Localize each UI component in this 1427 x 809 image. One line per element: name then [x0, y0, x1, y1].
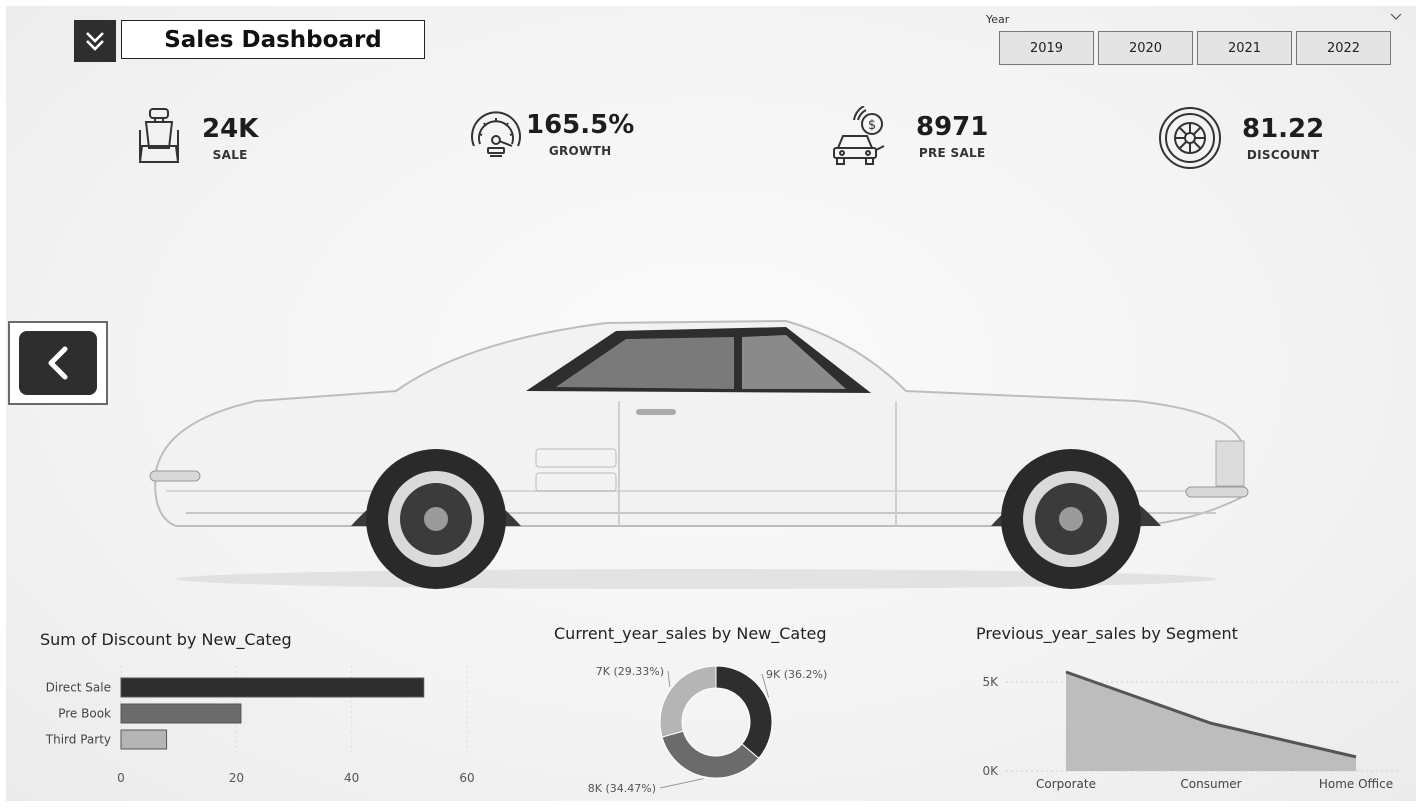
- year-option-2021[interactable]: 2021: [1197, 31, 1292, 65]
- menu-button[interactable]: [74, 20, 116, 62]
- kpi-discount-label: DISCOUNT: [1246, 148, 1320, 162]
- bar-category-label: Third Party: [45, 733, 111, 747]
- kpi-discount-value: 81.22: [1242, 114, 1325, 144]
- donut-data-label: 7K (29.33%): [596, 665, 664, 678]
- bar-category-label: Pre Book: [58, 707, 111, 721]
- kpi-growth-label: GROWTH: [548, 144, 612, 158]
- year-option-2022[interactable]: 2022: [1296, 31, 1391, 65]
- x-category-label: Consumer: [1180, 777, 1241, 791]
- car-seat-icon: [138, 108, 180, 163]
- svg-text:$: $: [868, 118, 876, 133]
- chevron-down-icon[interactable]: [1390, 11, 1402, 21]
- kpi-pre-sale: $ 8971 PRE SALE: [832, 106, 988, 166]
- year-slicer-label: Year: [986, 13, 1010, 26]
- current-year-donut-chart: 9K (36.2%) 8K (34.47%) 7K (29.33%): [588, 665, 827, 795]
- bar-direct-sale: [120, 677, 425, 698]
- year-option-2020[interactable]: 2020: [1098, 31, 1193, 65]
- kpi-sale-label: SALE: [212, 148, 248, 162]
- kpi-sale-value: 24K: [202, 114, 259, 144]
- kpi-discount: 81.22 DISCOUNT: [1158, 106, 1324, 170]
- x-tick-label: 0: [117, 771, 125, 785]
- double-chevron-down-icon: [86, 32, 104, 51]
- previous-year-chart-title: Previous_year_sales by Segment: [976, 624, 1238, 643]
- page-title: Sales Dashboard: [121, 20, 425, 59]
- dashboard-canvas: Sales Dashboard Year 2019 2020 2021 2022…: [6, 6, 1416, 801]
- donut-data-label: 8K (34.47%): [588, 782, 656, 795]
- bar-third-party: [120, 729, 168, 750]
- tire-icon: [1159, 107, 1221, 169]
- x-tick-label: 60: [459, 771, 474, 785]
- kpi-growth: 165.5% GROWTH: [468, 106, 634, 162]
- kpi-sale: 24K SALE: [134, 106, 258, 170]
- donut-leader-line: [659, 778, 704, 789]
- back-button[interactable]: [8, 321, 108, 405]
- donut-data-label: 9K (36.2%): [766, 668, 827, 681]
- kpi-pre-sale-value: 8971: [916, 112, 989, 142]
- year-slicer: 2019 2020 2021 2022: [999, 31, 1391, 65]
- x-category-label: Corporate: [1036, 777, 1096, 791]
- x-category-label: Home Office: [1319, 777, 1393, 791]
- chevron-left-icon: [48, 346, 68, 380]
- previous-year-area-chart: 5K 0K Corporate Consumer Home Office: [982, 670, 1398, 791]
- donut-slice: [661, 730, 760, 779]
- y-tick-label: 0K: [982, 764, 999, 778]
- kpi-pre-sale-label: PRE SALE: [918, 146, 986, 160]
- y-tick-label: 5K: [982, 675, 999, 689]
- speedometer-icon: [471, 111, 521, 157]
- bar-pre-book: [120, 703, 242, 724]
- back-button-face: [19, 331, 97, 395]
- discount-chart-title: Sum of Discount by New_Categ: [40, 630, 292, 649]
- year-option-2019[interactable]: 2019: [999, 31, 1094, 65]
- x-tick-label: 20: [229, 771, 244, 785]
- x-tick-label: 40: [344, 771, 359, 785]
- bar-category-label: Direct Sale: [46, 681, 111, 695]
- car-dollar-icon: $: [833, 106, 885, 165]
- discount-bar-chart: 0 20 40 60 Direct Sale Pre Book Third Party: [45, 666, 475, 785]
- kpi-growth-value: 165.5%: [526, 110, 635, 140]
- current-year-chart-title: Current_year_sales by New_Categ: [554, 624, 827, 643]
- donut-leader-line: [667, 670, 671, 687]
- car-image: [149, 319, 1249, 589]
